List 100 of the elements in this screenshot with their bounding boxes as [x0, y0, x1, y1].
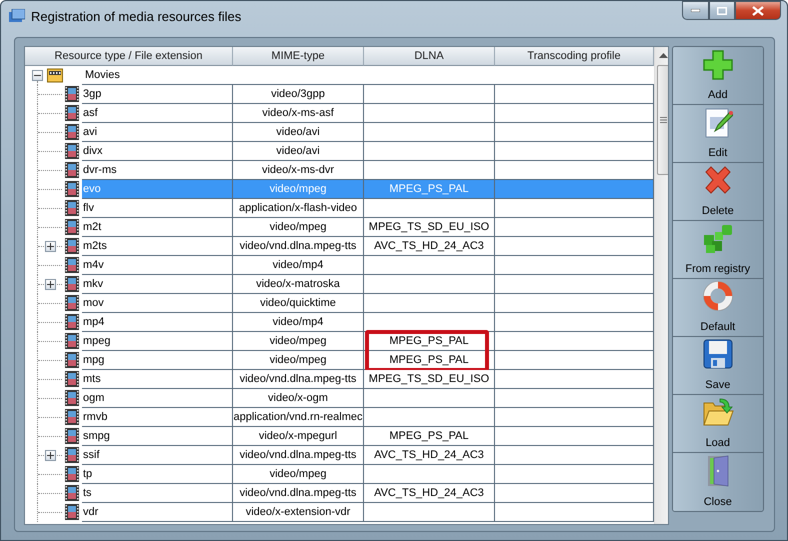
dlna-cell: AVC_TS_HD_24_AC3	[364, 237, 495, 256]
dlna-cell: MPEG_TS_SD_EU_ISO	[364, 370, 495, 389]
extension-cell[interactable]: mpg	[82, 351, 233, 370]
default-button[interactable]: Default	[672, 279, 763, 337]
mime-cell: video/x-ms-asf	[233, 104, 364, 123]
window-app-icon	[9, 9, 25, 23]
expand-toggle[interactable]	[45, 279, 56, 290]
scroll-up-icon[interactable]	[659, 53, 668, 58]
column-header[interactable]: Resource type / File extension	[25, 47, 233, 66]
film-icon	[65, 105, 79, 121]
mime-cell: video/mpeg	[233, 218, 364, 237]
folder-icon	[47, 67, 63, 83]
minus-icon	[34, 72, 41, 79]
film-icon	[65, 86, 79, 102]
mime-cell: video/x-matroska	[233, 275, 364, 294]
column-header[interactable]: MIME-type	[233, 47, 364, 66]
scrollbar[interactable]	[654, 47, 668, 524]
mime-cell: video/x-extension-vdr	[233, 503, 364, 522]
extension-cell[interactable]: mov	[82, 294, 233, 313]
film-icon	[65, 428, 79, 444]
extension-cell[interactable]: asf	[82, 104, 233, 123]
delete-icon	[702, 165, 733, 195]
film-icon	[65, 333, 79, 349]
extension-cell[interactable]: mpeg	[82, 332, 233, 351]
column-header[interactable]: DLNA	[364, 47, 495, 66]
close-button[interactable]	[735, 1, 781, 20]
close-button[interactable]: Close	[672, 453, 763, 511]
extension-cell[interactable]: m4v	[82, 256, 233, 275]
mime-cell: video/x-ms-dvr	[233, 161, 364, 180]
extension-cell[interactable]: flv	[82, 199, 233, 218]
extension-cell[interactable]: rmvb	[82, 408, 233, 427]
dlna-cell: MPEG_PS_PAL	[364, 332, 495, 351]
mime-cell: video/3gpp	[233, 85, 364, 104]
extension-cell[interactable]: m2ts	[82, 237, 233, 256]
extension-cell[interactable]: 3gp	[82, 85, 233, 104]
plus-icon	[47, 452, 54, 459]
expand-toggle[interactable]	[45, 450, 56, 461]
film-icon	[65, 124, 79, 140]
minimize-icon	[691, 9, 700, 12]
film-icon	[65, 485, 79, 501]
film-icon	[65, 162, 79, 178]
mime-cell: video/avi	[233, 123, 364, 142]
mime-cell: video/avi	[233, 142, 364, 161]
mime-cell: application/vnd.rn-realmec	[233, 408, 364, 427]
film-icon	[65, 200, 79, 216]
film-icon	[65, 257, 79, 273]
open-folder-icon	[702, 397, 734, 427]
edit-document-icon	[702, 107, 733, 139]
load-button[interactable]: Load	[672, 395, 763, 453]
film-icon	[65, 219, 79, 235]
mime-cell: video/mpeg	[233, 465, 364, 484]
edit-button[interactable]: Edit	[672, 105, 763, 163]
mime-cell: video/vnd.dlna.mpeg-tts	[233, 446, 364, 465]
film-icon	[65, 352, 79, 368]
plus-icon	[47, 281, 54, 288]
extension-cell[interactable]: vdr	[82, 503, 233, 522]
extension-cell[interactable]: m2t	[82, 218, 233, 237]
film-icon	[65, 295, 79, 311]
minimize-button[interactable]	[682, 1, 709, 20]
extension-cell[interactable]: smpg	[82, 427, 233, 446]
window-title: Registration of media resources files	[31, 8, 242, 24]
mime-cell: video/mpeg	[233, 180, 364, 199]
mime-cell: video/mpeg	[233, 332, 364, 351]
save-button[interactable]: Save	[672, 337, 763, 395]
mime-cell: application/x-flash-video	[233, 199, 364, 218]
grip-icon	[660, 117, 667, 123]
plus-icon	[702, 49, 734, 81]
extension-cell[interactable]: mp4	[82, 313, 233, 332]
film-icon	[65, 314, 79, 330]
dlna-cell: MPEG_TS_SD_EU_ISO	[364, 218, 495, 237]
extension-cell[interactable]: ogm	[82, 389, 233, 408]
extension-cell[interactable]: ts	[82, 484, 233, 503]
extension-cell[interactable]: mts	[82, 370, 233, 389]
dlna-cell: MPEG_PS_PAL	[364, 351, 495, 370]
add-button[interactable]: Add	[672, 47, 763, 105]
extension-cell[interactable]: avi	[82, 123, 233, 142]
mime-cell: video/quicktime	[233, 294, 364, 313]
mime-cell: video/mp4	[233, 313, 364, 332]
dlna-cell: AVC_TS_HD_24_AC3	[364, 484, 495, 503]
registry-button[interactable]: From registry	[672, 221, 763, 279]
mime-cell: video/vnd.dlna.mpeg-tts	[233, 370, 364, 389]
delete-button[interactable]: Delete	[672, 163, 763, 221]
extension-cell[interactable]: ssif	[82, 446, 233, 465]
maximize-button[interactable]	[709, 1, 735, 20]
film-icon	[65, 447, 79, 463]
plus-icon	[47, 243, 54, 250]
film-icon	[65, 466, 79, 482]
mime-cell: video/x-mpegurl	[233, 427, 364, 446]
collapse-toggle[interactable]	[32, 70, 43, 81]
dlna-cell: MPEG_PS_PAL	[364, 180, 495, 199]
expand-toggle[interactable]	[45, 241, 56, 252]
extension-cell[interactable]: mkv	[82, 275, 233, 294]
column-header[interactable]: Transcoding profile	[495, 47, 654, 66]
cubes-icon	[702, 223, 734, 255]
extension-cell[interactable]: tp	[82, 465, 233, 484]
film-icon	[65, 276, 79, 292]
extension-cell[interactable]: divx	[82, 142, 233, 161]
extension-cell[interactable]: dvr-ms	[82, 161, 233, 180]
film-icon	[65, 143, 79, 159]
film-icon	[65, 390, 79, 406]
